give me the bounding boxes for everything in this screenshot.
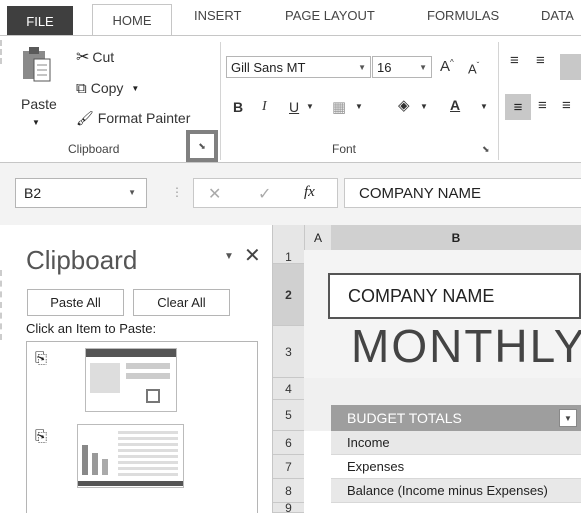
- paintbrush-icon: 🖌: [76, 109, 94, 126]
- fill-color-dropdown-icon[interactable]: ▼: [420, 102, 428, 111]
- format-painter-label: Format Painter: [97, 110, 191, 126]
- underline-button[interactable]: U: [289, 99, 299, 115]
- chevron-down-icon: ▼: [358, 63, 366, 72]
- clipboard-pane: Clipboard ▼ ✕ Paste All Clear All Click …: [0, 225, 273, 513]
- row-header[interactable]: 1: [273, 250, 304, 264]
- row-header[interactable]: 5: [273, 400, 304, 431]
- filter-dropdown-button[interactable]: ▼: [559, 409, 577, 427]
- font-color-dropdown-icon[interactable]: ▼: [480, 102, 488, 111]
- align-right-icon[interactable]: ≡: [562, 97, 571, 114]
- close-icon[interactable]: ✕: [244, 243, 261, 268]
- tab-data[interactable]: DATA: [541, 8, 574, 23]
- font-dialog-launcher-icon[interactable]: ⬊: [482, 144, 490, 155]
- copy-button[interactable]: ⧉ Copy ▼: [76, 78, 139, 98]
- font-group-label: Font: [332, 142, 357, 156]
- align-middle-icon[interactable]: ≡: [536, 52, 545, 69]
- align-top-icon[interactable]: ≡: [510, 52, 519, 69]
- row-header[interactable]: 3: [273, 326, 304, 378]
- copy-icon: ⧉: [76, 79, 87, 97]
- align-left-icon[interactable]: ≡: [505, 94, 531, 120]
- copy-label: Copy: [90, 80, 124, 96]
- scissors-icon: ✂: [76, 49, 90, 66]
- underline-dropdown-icon[interactable]: ▼: [306, 102, 314, 111]
- row-header[interactable]: 6: [273, 431, 304, 455]
- table-row-balance[interactable]: Balance (Income minus Expenses): [331, 479, 581, 503]
- formula-input[interactable]: COMPANY NAME: [344, 178, 581, 208]
- align-center-icon[interactable]: ≡: [538, 97, 547, 114]
- column-header-a[interactable]: A: [304, 225, 331, 251]
- ribbon-home: Paste ▼ ✂ Cut ⧉ Copy ▼ 🖌 Format Painter …: [0, 36, 581, 162]
- name-box-value: B2: [24, 185, 42, 201]
- row-header[interactable]: 8: [273, 479, 304, 503]
- paste-dropdown-icon[interactable]: ▼: [32, 118, 40, 127]
- font-size-value: 16: [377, 59, 392, 75]
- font-color-icon[interactable]: A: [450, 97, 460, 113]
- fill-color-icon[interactable]: ◈: [398, 96, 410, 114]
- ribbon-tabs: FILE HOME INSERT PAGE LAYOUT FORMULAS DA…: [0, 0, 581, 36]
- column-header-b[interactable]: B: [331, 225, 581, 251]
- chevron-down-icon: ▼: [419, 63, 427, 72]
- select-all-corner[interactable]: [273, 225, 304, 251]
- worksheet: A B 1 2 3 4 5 6 7 8 9 COMPANY NAME MONTH…: [273, 225, 581, 515]
- budget-totals-header[interactable]: BUDGET TOTALS ▼: [331, 405, 581, 431]
- borders-dropdown-icon[interactable]: ▼: [355, 102, 363, 111]
- budget-totals-label: BUDGET TOTALS: [347, 410, 462, 426]
- group-separator: [498, 42, 499, 160]
- font-name-select[interactable]: Gill Sans MT ▼: [226, 56, 371, 78]
- clear-all-button[interactable]: Clear All: [133, 289, 230, 316]
- grow-font-icon[interactable]: A^: [440, 58, 454, 75]
- name-box[interactable]: B2 ▼: [15, 178, 147, 208]
- tab-file[interactable]: FILE: [7, 6, 73, 36]
- borders-icon[interactable]: ▦: [332, 98, 346, 116]
- row-header[interactable]: 7: [273, 455, 304, 479]
- paste-icon: [23, 47, 51, 82]
- clipboard-group-label: Clipboard: [68, 142, 120, 156]
- tab-formulas[interactable]: FORMULAS: [427, 8, 499, 23]
- cut-button[interactable]: ✂ Cut: [76, 47, 114, 67]
- cell-b2[interactable]: COMPANY NAME: [328, 273, 581, 319]
- pane-options-icon[interactable]: ▼: [224, 251, 234, 262]
- callout-dash: [0, 270, 2, 340]
- dialog-launcher-icon: ⬊: [198, 140, 206, 151]
- formula-bar: B2 ▼ ⋮ ✕ ✓ fx COMPANY NAME: [0, 163, 581, 225]
- font-name-value: Gill Sans MT: [231, 59, 306, 75]
- clipboard-items-list: ⎘ ⎘: [26, 341, 258, 513]
- paste-label: Paste: [21, 96, 57, 112]
- row-header[interactable]: 4: [273, 378, 304, 400]
- insert-function-button[interactable]: fx: [304, 184, 315, 201]
- copy-dropdown-icon[interactable]: ▼: [131, 84, 139, 93]
- font-size-select[interactable]: 16 ▼: [372, 56, 432, 78]
- cancel-icon[interactable]: ✕: [208, 184, 221, 204]
- clipboard-dialog-launcher[interactable]: ⬊: [186, 130, 218, 162]
- group-separator: [220, 42, 221, 160]
- tab-home[interactable]: HOME: [92, 4, 172, 36]
- paste-button[interactable]: Paste ▼: [12, 44, 62, 127]
- formula-bar-grip-icon: ⋮: [171, 185, 183, 199]
- table-row-income[interactable]: Income: [331, 431, 581, 455]
- callout-dash: [0, 40, 2, 64]
- clipboard-instruction: Click an Item to Paste:: [26, 321, 157, 336]
- row-header[interactable]: 2: [273, 264, 304, 326]
- shrink-font-icon[interactable]: Aˇ: [468, 61, 479, 76]
- chevron-down-icon: ▼: [128, 188, 136, 197]
- clipboard-item-icon: ⎘: [35, 350, 48, 367]
- bold-button[interactable]: B: [233, 99, 243, 115]
- row-header[interactable]: 9: [273, 501, 304, 515]
- table-row-expenses[interactable]: Expenses: [331, 455, 581, 479]
- align-bottom-icon[interactable]: [560, 54, 581, 80]
- paste-all-button[interactable]: Paste All: [27, 289, 124, 316]
- formula-input-value: COMPANY NAME: [359, 184, 481, 202]
- formula-actions: ✕ ✓ fx: [193, 178, 338, 208]
- format-painter-button[interactable]: 🖌 Format Painter: [76, 108, 190, 128]
- tab-insert[interactable]: INSERT: [194, 8, 241, 23]
- tab-page-layout[interactable]: PAGE LAYOUT: [285, 8, 375, 23]
- clipboard-item-icon: ⎘: [35, 428, 48, 445]
- clipboard-pane-title: Clipboard: [26, 245, 138, 275]
- clipboard-item-thumbnail[interactable]: [77, 424, 184, 488]
- enter-icon[interactable]: ✓: [258, 184, 271, 204]
- clipboard-item-thumbnail[interactable]: [85, 348, 177, 412]
- italic-button[interactable]: I: [262, 99, 267, 115]
- sheet-title: MONTHLY: [351, 320, 581, 372]
- cut-label: Cut: [92, 49, 115, 65]
